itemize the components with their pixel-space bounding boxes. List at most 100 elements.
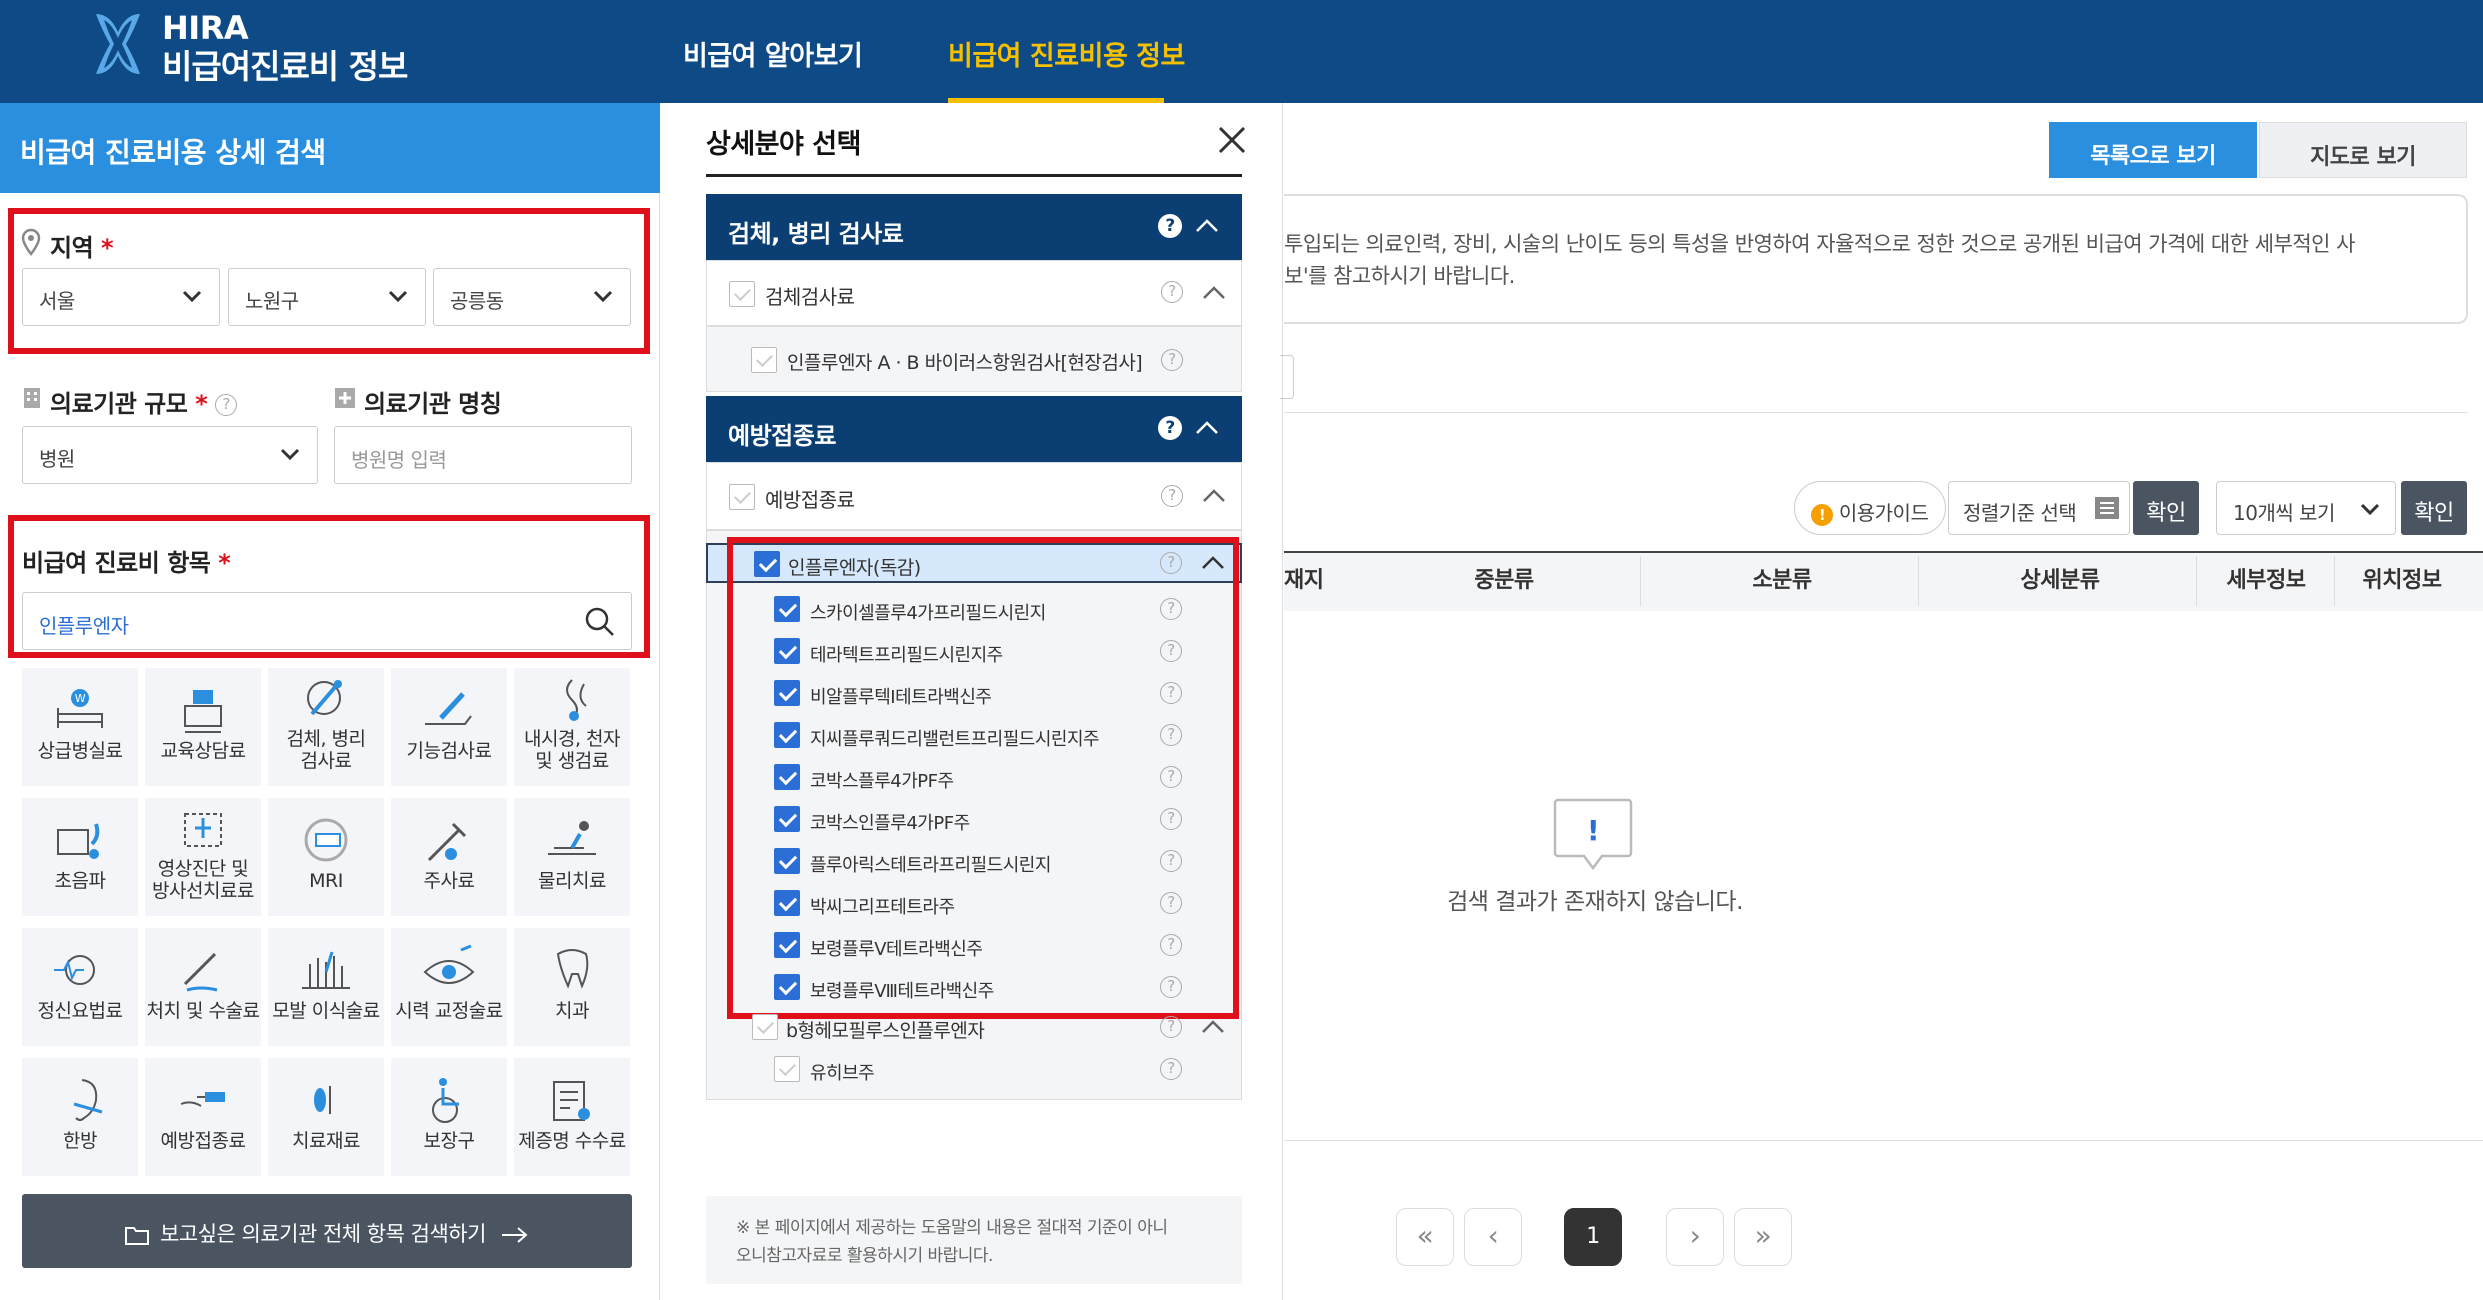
partial-input[interactable] <box>1280 355 1294 399</box>
page-current[interactable]: 1 <box>1564 1208 1622 1266</box>
usage-guide-button[interactable]: ! 이용가이드 <box>1794 481 1946 535</box>
checkbox[interactable] <box>729 484 755 510</box>
category-tile[interactable]: 한방 <box>22 1058 138 1176</box>
category-tile[interactable]: MRI <box>268 798 384 916</box>
col-divider <box>2196 556 2197 606</box>
col-detail-info: 세부정보 <box>2226 568 2306 593</box>
category-tile[interactable]: W 상급병실료 <box>22 668 138 786</box>
category-label: MRI <box>309 870 343 892</box>
category-tile[interactable]: 모발 이식술료 <box>268 928 384 1046</box>
category-label: 시력 교정술료 <box>395 1000 503 1022</box>
item-influenza-test[interactable]: 인플루엔자 A · B 바이러스항원검사[현장검사] ? <box>706 326 1242 392</box>
category-tile[interactable]: 영상진단 및 방사선치료료 <box>145 798 261 916</box>
vaccination-icon <box>180 1092 225 1107</box>
category-label: 영상진단 및 방사선치료료 <box>152 858 254 902</box>
mri-icon <box>304 818 348 862</box>
col-divider <box>1918 556 1919 606</box>
category-tile[interactable]: 보장구 <box>391 1058 507 1176</box>
certificate-icon <box>553 1081 590 1121</box>
category-tile[interactable]: 내시경, 천자 및 생검료 <box>514 668 630 786</box>
empty-result-icon: ! <box>1553 798 1633 871</box>
category-label: 제증명 수수료 <box>518 1130 626 1152</box>
brand-title[interactable]: 비급여진료비 정보 <box>162 40 408 88</box>
region-city-select[interactable]: 서울 <box>22 268 220 326</box>
sort-select[interactable]: 정렬기준 선택 <box>1948 481 2130 535</box>
subsection-vaccination[interactable]: 예방접종료 ? <box>706 462 1242 530</box>
sort-confirm-button[interactable]: 확인 <box>2133 481 2199 535</box>
detail-panel-divider <box>706 174 1242 177</box>
help-icon[interactable]: ? <box>1160 1058 1182 1080</box>
vaccine-item-hib-label: 유히브주 <box>810 1063 875 1084</box>
hospital-bed-icon: W <box>57 689 103 728</box>
group-hib[interactable]: b형헤모필루스인플루엔자 ? <box>706 1010 1242 1046</box>
checkbox[interactable] <box>729 281 755 307</box>
close-icon[interactable] <box>1214 122 1250 158</box>
chevron-up-icon[interactable] <box>1200 1015 1226 1039</box>
region-dong-select[interactable]: 공릉동 <box>433 268 631 326</box>
category-label: 초음파 <box>54 870 106 892</box>
chevron-up-icon[interactable] <box>1201 484 1227 508</box>
physical-therapy-icon <box>548 821 596 855</box>
help-note: ※ 본 페이지에서 제공하는 도움말의 내용은 절대적 기준이 아니 오니참고자… <box>706 1196 1242 1284</box>
category-tile[interactable]: 정신요법료 <box>22 928 138 1046</box>
section-specimen[interactable]: 검체, 병리 검사료? <box>706 194 1242 260</box>
category-tile[interactable]: 초음파 <box>22 798 138 916</box>
per-page-select[interactable]: 10개씩 보기 <box>2216 481 2396 535</box>
checkbox[interactable] <box>774 1056 800 1082</box>
category-tile[interactable]: 주사료 <box>391 798 507 916</box>
search-all-button[interactable]: 보고싶은 의료기관 전체 항목 검색하기 <box>22 1194 632 1268</box>
syringe-icon <box>427 822 467 862</box>
hospital-name-input[interactable]: 병원명 입력 <box>334 426 632 484</box>
col-location-info: 위치정보 <box>2362 568 2442 593</box>
region-district-select[interactable]: 노원구 <box>228 268 426 326</box>
svg-text:!: ! <box>1587 814 1599 847</box>
category-label: 주사료 <box>423 870 475 892</box>
checkbox[interactable] <box>751 347 777 373</box>
category-tile[interactable]: 검체, 병리 검사료 <box>268 668 384 786</box>
search-icon[interactable] <box>583 605 617 639</box>
scale-select[interactable]: 병원 <box>22 426 318 484</box>
page-next-button[interactable]: › <box>1666 1208 1724 1266</box>
col-detail-category: 상세분류 <box>2020 568 2100 593</box>
chevron-up-icon[interactable] <box>1194 214 1220 238</box>
help-icon[interactable]: ? <box>215 394 238 416</box>
hira-logo[interactable] <box>92 10 144 78</box>
section-vaccination[interactable]: 예방접종료? <box>706 396 1242 462</box>
arrow-right-icon <box>501 1227 528 1243</box>
page-last-button[interactable]: » <box>1734 1208 1792 1266</box>
chevron-up-icon[interactable] <box>1201 281 1227 305</box>
chevron-up-icon[interactable] <box>1194 416 1220 440</box>
region-label: 지역 <box>50 234 94 262</box>
category-tile[interactable]: 예방접종료 <box>145 1058 261 1176</box>
alert-icon: ! <box>1811 503 1833 526</box>
item-search-input[interactable]: 인플루엔자 <box>22 592 632 650</box>
category-tile[interactable]: 시력 교정술료 <box>391 928 507 1046</box>
per-page-confirm-button[interactable]: 확인 <box>2401 481 2467 535</box>
help-icon[interactable]: ? <box>1158 214 1182 238</box>
view-list-button[interactable]: 목록으로 보기 <box>2049 122 2257 178</box>
category-tile[interactable]: 기능검사료 <box>391 668 507 786</box>
specimen-test-icon <box>307 680 342 716</box>
category-tile[interactable]: 제증명 수수료 <box>514 1058 630 1176</box>
category-tile[interactable]: 치료재료 <box>268 1058 384 1176</box>
nav-nonpay-intro[interactable]: 비급여 알아보기 <box>683 34 863 73</box>
help-icon[interactable]: ? <box>1161 485 1183 507</box>
view-map-button[interactable]: 지도로 보기 <box>2259 122 2467 178</box>
category-label: 정신요법료 <box>37 1000 123 1022</box>
category-tile[interactable]: 물리치료 <box>514 798 630 916</box>
page-prev-button[interactable]: ‹ <box>1464 1208 1522 1266</box>
help-icon[interactable]: ? <box>1161 281 1183 303</box>
category-label: 내시경, 천자 및 생검료 <box>524 728 620 772</box>
category-tile[interactable]: 치과 <box>514 928 630 1046</box>
category-tile[interactable]: 교육상담료 <box>145 668 261 786</box>
help-icon[interactable]: ? <box>1158 416 1182 440</box>
vaccine-item-hib[interactable]: 유히브주 ? <box>706 1052 1242 1088</box>
checkbox[interactable] <box>752 1014 778 1040</box>
help-icon[interactable]: ? <box>1161 349 1183 371</box>
subsection-specimen[interactable]: 검체검사료 ? <box>706 260 1242 326</box>
page-first-button[interactable]: « <box>1396 1208 1454 1266</box>
sort-label: 정렬기준 선택 <box>1963 501 2077 525</box>
category-tile[interactable]: 처치 및 수술료 <box>145 928 261 1046</box>
nav-nonpay-cost[interactable]: 비급여 진료비용 정보 <box>948 34 1185 73</box>
help-icon[interactable]: ? <box>1160 1016 1182 1038</box>
